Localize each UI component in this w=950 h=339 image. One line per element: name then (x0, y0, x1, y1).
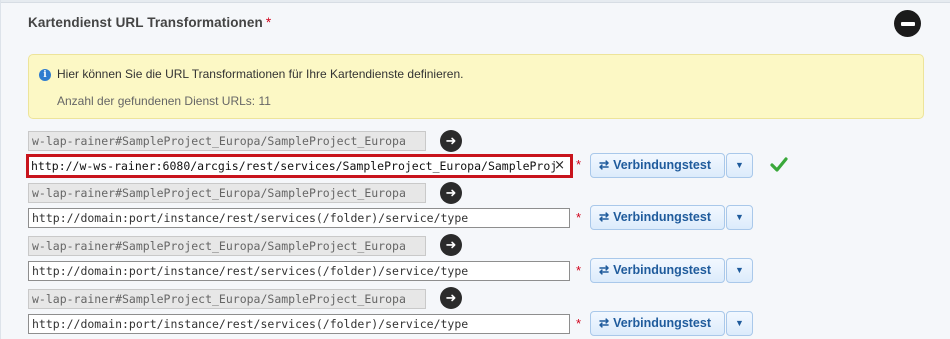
required-marker: * (265, 15, 272, 30)
connection-test-dropdown[interactable]: ▼ (726, 258, 753, 283)
url-count-text: Anzahl der gefundenen Dienst URLs: 11 (57, 94, 271, 108)
target-url-input[interactable]: http://domain:port/instance/rest/service… (28, 208, 570, 228)
swap-icon: ⇄ (599, 263, 610, 277)
connection-test-dropdown[interactable]: ▼ (726, 205, 753, 230)
url-transformation-panel: Kartendienst URL Transformationen * i Hie… (0, 0, 950, 339)
source-url-field: w-lap-rainer#SampleProject_Europa/Sample… (28, 131, 426, 151)
target-url-input[interactable]: http://domain:port/instance/rest/service… (28, 314, 570, 334)
source-url-field: w-lap-rainer#SampleProject_Europa/Sample… (28, 289, 426, 309)
target-url-value: http://domain:port/instance/rest/service… (32, 264, 469, 278)
collapse-section-button[interactable] (894, 10, 921, 37)
required-marker: * (576, 157, 582, 172)
minus-icon (900, 21, 915, 26)
arrow-right-icon[interactable]: ➜ (440, 182, 462, 204)
info-icon: i (39, 69, 51, 81)
connection-test-label: Verbindungstest (613, 158, 711, 172)
caret-down-icon: ▼ (735, 160, 744, 170)
connection-test-dropdown[interactable]: ▼ (726, 311, 753, 336)
connection-test-label: Verbindungstest (613, 263, 711, 277)
info-box: i Hier können Sie die URL Transformation… (28, 54, 924, 119)
caret-down-icon: ▼ (735, 265, 744, 275)
connection-test-button[interactable]: ⇄ Verbindungstest (590, 205, 725, 230)
arrow-right-icon[interactable]: ➜ (440, 130, 462, 152)
target-url-value: http://w-ws-rainer:6080/arcgis/rest/serv… (31, 159, 556, 173)
caret-down-icon: ▼ (735, 212, 744, 222)
target-url-value: http://domain:port/instance/rest/service… (32, 317, 469, 331)
source-url-field: w-lap-rainer#SampleProject_Europa/Sample… (28, 236, 426, 256)
info-text: Hier können Sie die URL Transformationen… (57, 67, 464, 81)
swap-icon: ⇄ (599, 316, 610, 330)
source-url-field: w-lap-rainer#SampleProject_Europa/Sample… (28, 183, 426, 203)
swap-icon: ⇄ (599, 210, 610, 224)
top-divider (1, 0, 950, 3)
target-url-input[interactable]: http://w-ws-rainer:6080/arcgis/rest/serv… (26, 154, 573, 178)
target-url-value: http://domain:port/instance/rest/service… (32, 211, 469, 225)
required-marker: * (576, 210, 582, 225)
swap-icon: ⇄ (599, 158, 610, 172)
required-marker: * (576, 263, 582, 278)
arrow-right-icon[interactable]: ➜ (440, 234, 462, 256)
connection-test-button[interactable]: ⇄ Verbindungstest (590, 153, 725, 178)
connection-test-button[interactable]: ⇄ Verbindungstest (590, 258, 725, 283)
section-title: Kartendienst URL Transformationen * (28, 15, 271, 30)
connection-test-dropdown[interactable]: ▼ (726, 153, 753, 178)
caret-down-icon: ▼ (735, 318, 744, 328)
connection-test-button[interactable]: ⇄ Verbindungstest (590, 311, 725, 336)
clear-icon[interactable]: × (554, 157, 565, 175)
required-marker: * (576, 316, 582, 331)
target-url-input[interactable]: http://domain:port/instance/rest/service… (28, 261, 570, 281)
check-icon (770, 157, 788, 172)
connection-test-label: Verbindungstest (613, 210, 711, 224)
connection-test-label: Verbindungstest (613, 316, 711, 330)
section-title-text: Kartendienst URL Transformationen (28, 15, 263, 30)
arrow-right-icon[interactable]: ➜ (440, 287, 462, 309)
